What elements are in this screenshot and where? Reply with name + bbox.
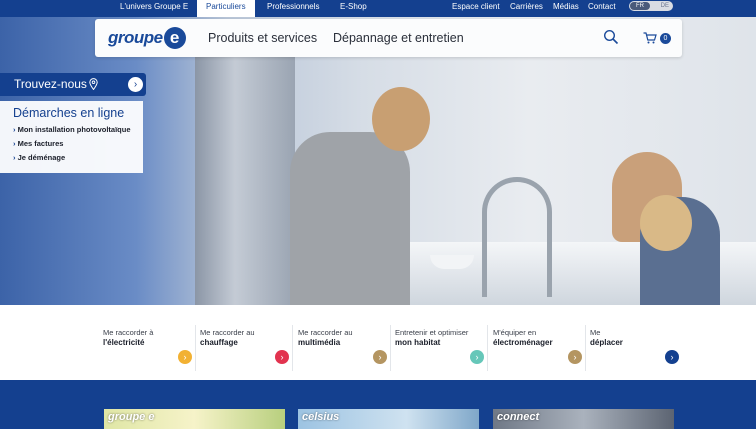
online-procedures-panel: Démarches en ligne Mon installation phot… xyxy=(0,101,143,173)
service-line2: chauffage xyxy=(200,338,238,347)
hero-faucet xyxy=(482,177,552,297)
link-photovoltaique[interactable]: Mon installation photovoltaïque xyxy=(13,125,131,134)
service-deplacer[interactable]: Me déplacer › xyxy=(590,328,680,376)
nav-produits-services[interactable]: Produits et services xyxy=(208,31,317,45)
divider xyxy=(585,325,586,371)
service-line2: électroménager xyxy=(493,338,553,347)
divider xyxy=(487,325,488,371)
service-line2: déplacer xyxy=(590,338,623,347)
chevron-right-icon: › xyxy=(568,350,582,364)
find-us-button[interactable]: Trouvez-nous › xyxy=(0,73,146,96)
link-contact[interactable]: Contact xyxy=(588,0,616,17)
promo-card-groupe-e[interactable]: groupe e xyxy=(104,409,285,429)
tab-professionnels[interactable]: Professionnels xyxy=(258,0,328,17)
top-utility-bar: L'univers Groupe E Particuliers Professi… xyxy=(0,0,756,17)
logo-wordmark: groupe xyxy=(108,28,163,47)
service-multimedia[interactable]: Me raccorder au multimédia › xyxy=(298,328,388,376)
promo-card-connect[interactable]: connect xyxy=(493,409,674,429)
promo-band: groupe e celsius connect xyxy=(0,380,756,429)
cart-icon xyxy=(643,32,657,44)
hero-woman xyxy=(290,132,410,305)
tab-particuliers[interactable]: Particuliers xyxy=(197,0,255,17)
service-line1: Me xyxy=(590,328,601,337)
chevron-right-icon: › xyxy=(128,77,143,92)
tab-univers-groupe-e[interactable]: L'univers Groupe E xyxy=(111,0,197,17)
main-header: groupe e Produits et services Dépannage … xyxy=(95,19,682,57)
service-line2: multimédia xyxy=(298,338,341,347)
promo-card-celsius[interactable]: celsius xyxy=(298,409,479,429)
service-chauffage[interactable]: Me raccorder au chauffage › xyxy=(200,328,290,376)
divider xyxy=(390,325,391,371)
service-line1: Entretenir et optimiser xyxy=(395,328,469,337)
language-switch[interactable]: FR DE xyxy=(629,1,673,11)
promo-card-caption: celsius xyxy=(302,411,340,423)
service-line1: Me raccorder au xyxy=(298,328,353,337)
promo-card-caption: connect xyxy=(497,411,540,423)
chevron-right-icon: › xyxy=(470,350,484,364)
online-procedures-title: Démarches en ligne xyxy=(13,106,125,120)
logo-mark: e xyxy=(163,27,186,49)
chevron-right-icon: › xyxy=(373,350,387,364)
chevron-right-icon: › xyxy=(178,350,192,364)
cart-button[interactable]: 0 xyxy=(639,27,673,49)
service-electromenager[interactable]: M'équiper en électroménager › xyxy=(493,328,583,376)
service-habitat[interactable]: Entretenir et optimiser mon habitat › xyxy=(395,328,485,376)
link-carrieres[interactable]: Carrières xyxy=(510,0,543,17)
service-line2: mon habitat xyxy=(395,338,441,347)
hero-fridge xyxy=(195,57,295,305)
language-fr[interactable]: FR xyxy=(630,2,650,10)
find-us-label: Trouvez-nous xyxy=(14,77,87,91)
location-pin-icon xyxy=(89,78,98,90)
hero-boy-head xyxy=(640,195,692,251)
hero-woman-head xyxy=(372,87,430,151)
service-line1: Me raccorder à xyxy=(103,328,154,337)
cart-count-badge: 0 xyxy=(660,33,671,44)
groupe-e-logo[interactable]: groupe e xyxy=(108,27,186,49)
nav-depannage-entretien[interactable]: Dépannage et entretien xyxy=(333,31,464,45)
link-mes-factures[interactable]: Mes factures xyxy=(13,139,64,148)
service-line1: M'équiper en xyxy=(493,328,537,337)
service-electricite[interactable]: Me raccorder à l'électricité › xyxy=(103,328,193,376)
promo-card-caption: groupe e xyxy=(108,411,155,423)
divider xyxy=(292,325,293,371)
services-strip: Me raccorder à l'électricité › Me raccor… xyxy=(0,305,756,380)
service-line2: l'électricité xyxy=(103,338,145,347)
link-medias[interactable]: Médias xyxy=(553,0,579,17)
search-icon[interactable] xyxy=(603,29,619,45)
divider xyxy=(195,325,196,371)
tab-e-shop[interactable]: E-Shop xyxy=(331,0,376,17)
chevron-right-icon: › xyxy=(275,350,289,364)
service-line1: Me raccorder au xyxy=(200,328,255,337)
language-de[interactable]: DE xyxy=(661,2,669,10)
chevron-right-icon: › xyxy=(665,350,679,364)
link-je-demenage[interactable]: Je déménage xyxy=(13,153,66,162)
link-espace-client[interactable]: Espace client xyxy=(452,0,500,17)
